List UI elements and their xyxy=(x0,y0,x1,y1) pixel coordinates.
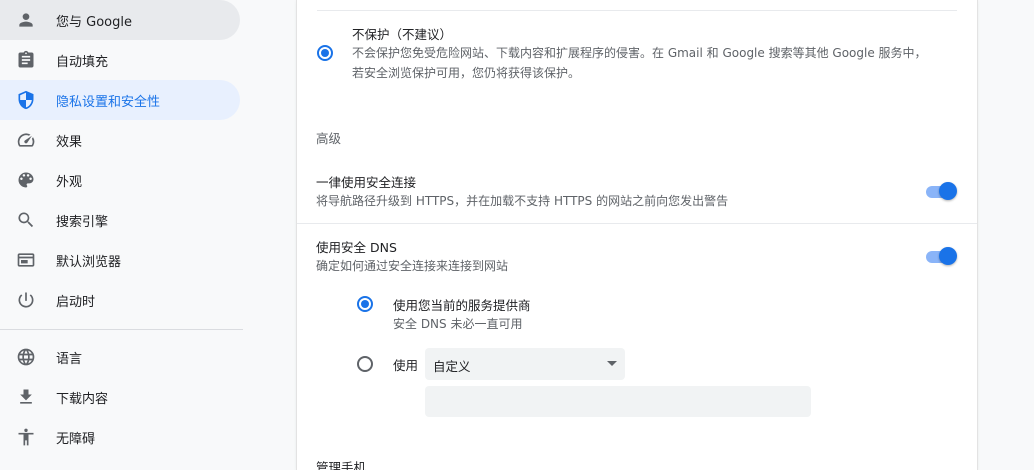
accessibility-icon xyxy=(16,427,36,447)
current-provider-desc: 安全 DNS 未必一直可用 xyxy=(393,317,523,331)
sidebar-item-privacy-security[interactable]: 隐私设置和安全性 xyxy=(0,80,240,120)
sidebar-item-you-and-google[interactable]: 您与 Google xyxy=(0,0,240,40)
dns-provider-selected-value: 自定义 xyxy=(433,359,471,374)
search-icon xyxy=(16,210,36,230)
sidebar-divider xyxy=(0,329,243,330)
sidebar-item-label: 搜索引擎 xyxy=(56,214,109,230)
secure-dns-title: 使用安全 DNS xyxy=(316,240,397,255)
sidebar-item-search-engine[interactable]: 搜索引擎 xyxy=(0,200,240,240)
current-provider-radio[interactable] xyxy=(357,296,373,312)
sidebar-item-label: 语言 xyxy=(56,351,83,367)
download-icon xyxy=(16,387,36,407)
dns-provider-select[interactable]: 自定义 xyxy=(425,348,625,380)
sidebar-item-label: 外观 xyxy=(56,174,83,190)
sidebar-item-label: 自动填充 xyxy=(56,54,109,70)
toggle-knob xyxy=(939,247,957,265)
sidebar-item-downloads[interactable]: 下载内容 xyxy=(0,377,240,417)
current-provider-title: 使用您当前的服务提供商 xyxy=(393,298,531,313)
sidebar-item-default-browser[interactable]: 默认浏览器 xyxy=(0,240,240,280)
no-protection-desc-line1: 不会保护您免受危险网站、下载内容和扩展程序的侵害。在 Gmail 和 Googl… xyxy=(352,46,927,60)
settings-sidebar: 您与 Google 自动填充 隐私设置和安全性 效果 外观 搜索引擎 默认浏览器… xyxy=(0,0,256,470)
secure-dns-toggle[interactable] xyxy=(924,246,958,266)
privacy-settings-card: 不保护（不建议） 不会保护您免受危险网站、下载内容和扩展程序的侵害。在 Gmai… xyxy=(297,0,977,470)
custom-dns-input[interactable] xyxy=(425,386,811,417)
power-icon xyxy=(16,290,36,310)
person-icon xyxy=(16,10,36,30)
no-protection-desc-line2: 若安全浏览保护可用，您仍将获得该保护。 xyxy=(352,66,581,80)
https-first-toggle[interactable] xyxy=(924,181,958,201)
sidebar-item-accessibility[interactable]: 无障碍 xyxy=(0,417,240,457)
no-protection-title: 不保护（不建议） xyxy=(352,27,453,42)
divider xyxy=(317,10,957,11)
shield-icon xyxy=(16,90,36,110)
advanced-heading: 高级 xyxy=(316,131,342,146)
speedometer-icon xyxy=(16,130,36,150)
clipboard-icon xyxy=(16,50,36,70)
no-protection-radio[interactable] xyxy=(317,45,333,61)
toggle-knob xyxy=(939,182,957,200)
sidebar-item-performance[interactable]: 效果 xyxy=(0,120,240,160)
divider xyxy=(297,223,977,224)
custom-provider-label: 使用 xyxy=(393,358,419,373)
caret-down-icon xyxy=(607,361,617,366)
sidebar-item-label: 启动时 xyxy=(56,294,96,310)
sidebar-item-label: 您与 Google xyxy=(56,14,132,30)
sidebar-item-languages[interactable]: 语言 xyxy=(0,337,240,377)
manage-phone-title: 管理手机 xyxy=(316,460,367,470)
sidebar-item-on-startup[interactable]: 启动时 xyxy=(0,280,240,320)
sidebar-item-label: 默认浏览器 xyxy=(56,254,122,270)
secure-dns-desc: 确定如何通过安全连接来连接到网站 xyxy=(316,259,509,273)
palette-icon xyxy=(16,170,36,190)
custom-provider-radio[interactable] xyxy=(357,356,373,372)
sidebar-item-label: 无障碍 xyxy=(56,431,96,447)
sidebar-item-label: 效果 xyxy=(56,134,83,150)
https-first-desc: 将导航路径升级到 HTTPS，并在加载不支持 HTTPS 的网站之前向您发出警告 xyxy=(316,194,729,208)
sidebar-item-label: 下载内容 xyxy=(56,391,109,407)
sidebar-item-appearance[interactable]: 外观 xyxy=(0,160,240,200)
sidebar-item-label: 隐私设置和安全性 xyxy=(56,94,161,110)
browser-icon xyxy=(16,250,36,270)
globe-icon xyxy=(16,347,36,367)
https-first-title: 一律使用安全连接 xyxy=(316,175,417,190)
sidebar-item-autofill[interactable]: 自动填充 xyxy=(0,40,240,80)
